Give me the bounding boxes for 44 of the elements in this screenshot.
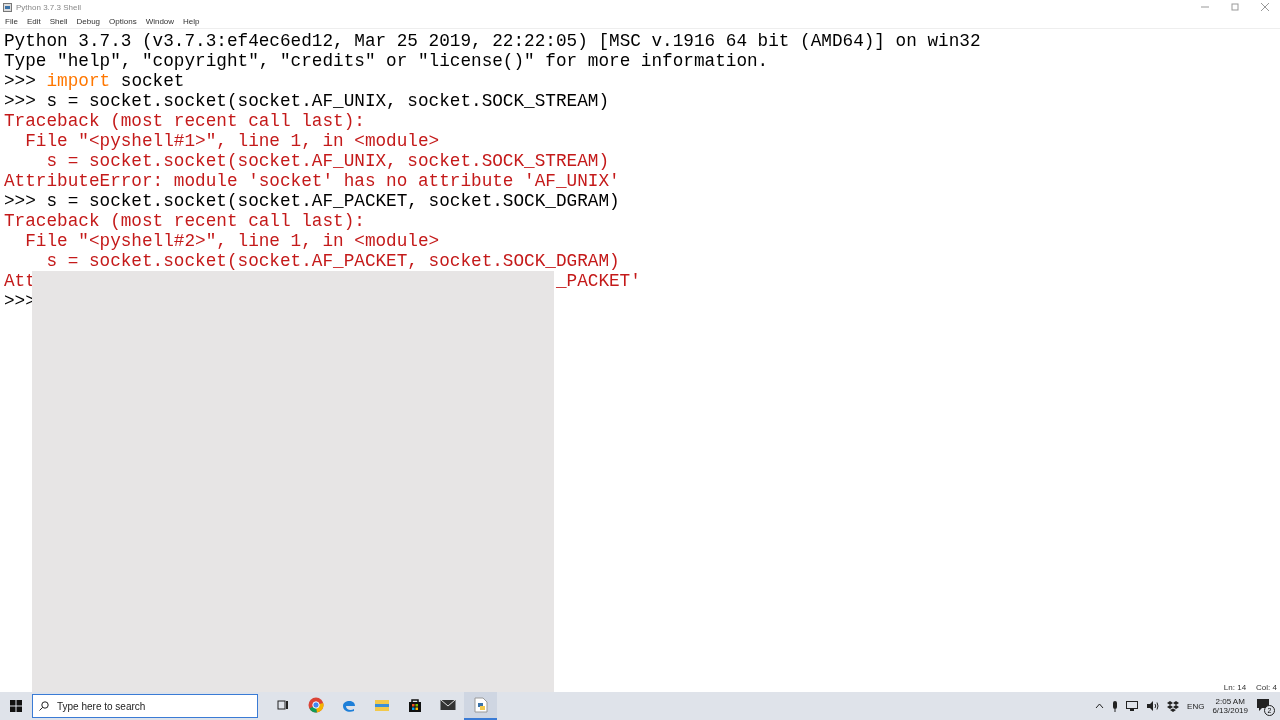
shell-text: File "<pyshell#1>", line 1, in <module>: [24, 131, 440, 151]
menu-item[interactable]: Debug: [76, 16, 101, 26]
microphone-icon[interactable]: [1112, 700, 1119, 712]
volume-icon[interactable]: [1146, 701, 1160, 711]
folder-icon[interactable]: [373, 698, 390, 712]
shell-text: File "<pyshell#2>", line 1, in <module>: [24, 231, 440, 251]
dropbox-icon[interactable]: [1167, 700, 1180, 712]
notification-icon[interactable]: [1256, 698, 1270, 712]
shell-text: socket: [119, 71, 185, 91]
shell-text: _PACKET': [555, 271, 641, 291]
chevron-up-icon[interactable]: [1095, 703, 1105, 709]
shopping-bag-icon[interactable]: [406, 697, 423, 713]
windows-start-icon[interactable]: [10, 700, 22, 712]
clock-date[interactable]: 6/13/2019: [1212, 706, 1248, 715]
shell-text: >>> s = socket.socket(socket.AF_PACKET, socket.SOCK_DGRAM): [4, 191, 620, 211]
search-field[interactable]: Type here to search: [32, 694, 258, 718]
language-indicator[interactable]: ENG: [1187, 701, 1205, 711]
window-title: Python 3.7.3 Shell: [16, 2, 81, 12]
shell-text: Traceback (most recent call last):: [4, 111, 365, 131]
menu-item[interactable]: Help: [183, 16, 200, 26]
menu-item[interactable]: Window: [145, 16, 175, 26]
menu-item[interactable]: Shell: [49, 16, 68, 26]
search-icon: [39, 701, 49, 711]
shell-text: >>> s = socket.socket(socket.AF_UNIX, socket.SOCK_STREAM): [4, 91, 609, 111]
keyword-text: import: [46, 71, 111, 91]
shell-text: s = socket.socket(socket.AF_UNIX, socket.SOCK_STREAM): [45, 151, 609, 171]
shell-text: Type "help", "copyright", "credits" or "license()" for more information.: [4, 51, 769, 71]
menu-item[interactable]: File: [5, 16, 18, 26]
shell-text: Python 3.7.3 (v3.7.3:ef4ec6ed12, Mar 25 2019, 22:22:05) [MSC v.1916 64 bit (AMD64)] on win32: [4, 31, 981, 51]
mail-icon[interactable]: [439, 699, 456, 711]
shell-text: AttributeError: module 'socket' has no attribute 'AF_UNIX': [4, 171, 620, 191]
shell-text: >>>: [4, 71, 37, 91]
shell-text: Traceback (most recent call last):: [4, 211, 365, 231]
menu-item[interactable]: Edit: [26, 16, 41, 26]
clock-time[interactable]: 2:05 AM: [1215, 697, 1245, 706]
task-view-icon[interactable]: [276, 699, 289, 711]
line-number: Ln: 14: [1223, 682, 1247, 692]
python-file-icon[interactable]: [473, 697, 488, 713]
menu-item[interactable]: Options: [109, 16, 137, 26]
python-shell-icon: [3, 2, 12, 12]
network-icon[interactable]: [1126, 700, 1139, 712]
shell-text: s = socket.socket(socket.AF_PACKET, socket.SOCK_DGRAM): [45, 251, 620, 271]
browser-icon[interactable]: [307, 697, 324, 713]
column-number: Col: 4: [1256, 682, 1277, 692]
